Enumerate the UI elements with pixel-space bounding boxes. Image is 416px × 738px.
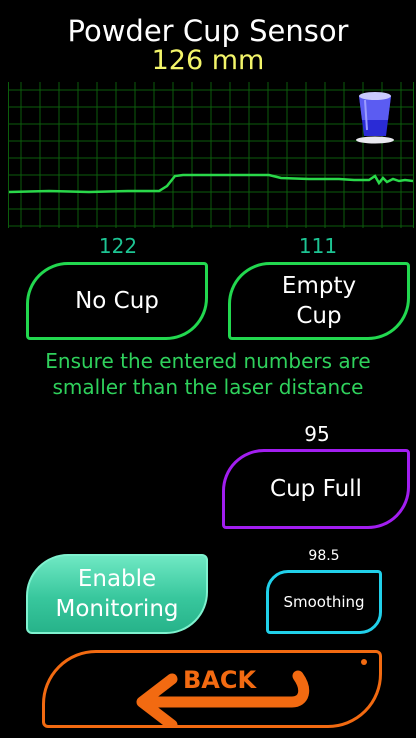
empty-cup-label-line1: Empty bbox=[281, 273, 357, 299]
smoothing-button[interactable]: Smoothing bbox=[266, 570, 382, 634]
cup-full-label: Cup Full bbox=[270, 476, 362, 502]
empty-cup-value: 111 bbox=[298, 234, 338, 258]
note-line-1: Ensure the entered numbers are bbox=[45, 349, 371, 373]
back-button[interactable]: BACK bbox=[42, 650, 382, 728]
calibration-note: Ensure the entered numbers are smaller t… bbox=[0, 348, 416, 400]
empty-cup-button[interactable]: Empty Cup bbox=[228, 262, 410, 340]
cup-full-value: 95 bbox=[304, 422, 330, 446]
back-label: BACK bbox=[183, 666, 257, 694]
no-cup-value: 122 bbox=[98, 234, 138, 258]
smoothing-label: Smoothing bbox=[283, 593, 365, 611]
no-cup-button[interactable]: No Cup bbox=[26, 262, 208, 340]
smoothing-value: 98.5 bbox=[308, 548, 340, 564]
note-line-2: smaller than the laser distance bbox=[52, 375, 364, 399]
cup-icon bbox=[356, 92, 394, 144]
empty-cup-label-line2: Cup bbox=[296, 303, 342, 329]
cup-full-button[interactable]: Cup Full bbox=[222, 449, 410, 529]
sensor-graph bbox=[8, 82, 414, 228]
laser-distance-reading: 126 mm bbox=[151, 45, 265, 76]
enable-monitoring-line1: Enable bbox=[77, 566, 157, 592]
enable-monitoring-line2: Monitoring bbox=[55, 596, 179, 622]
no-cup-label: No Cup bbox=[75, 288, 159, 314]
enable-monitoring-button[interactable]: Enable Monitoring bbox=[26, 554, 208, 634]
page-title: Powder Cup Sensor bbox=[67, 14, 349, 48]
